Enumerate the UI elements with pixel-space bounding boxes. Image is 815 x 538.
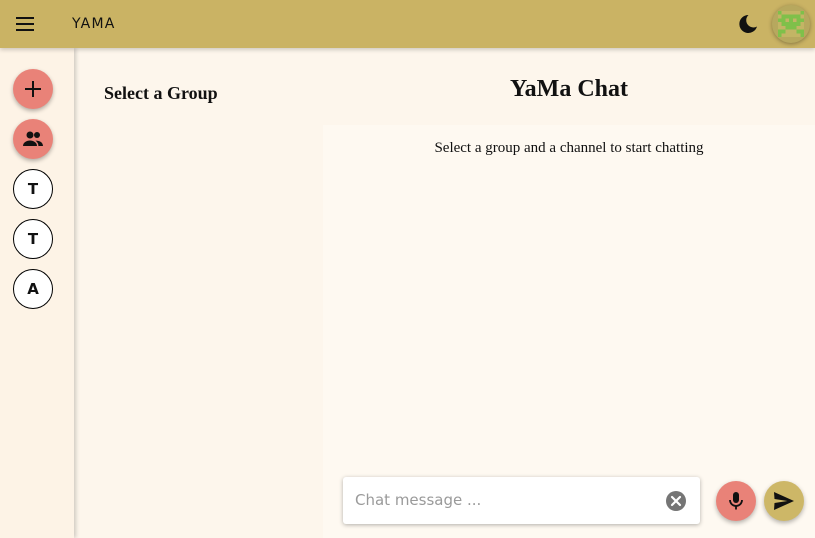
voice-message-button[interactable]: [716, 481, 756, 521]
channel-panel-title: Select a Group: [104, 83, 218, 103]
group-item[interactable]: T: [13, 219, 53, 259]
group-item[interactable]: A: [13, 269, 53, 309]
chat-composer: [343, 477, 700, 524]
menu-icon: [16, 17, 34, 31]
moon-icon: [739, 14, 757, 33]
group-item[interactable]: T: [13, 169, 53, 209]
clear-input-button[interactable]: [665, 490, 687, 512]
groups-rail: T T A: [0, 48, 74, 538]
channel-panel: Select a Group: [74, 48, 323, 538]
add-group-button[interactable]: [13, 69, 53, 109]
chat-header: YaMa Chat: [323, 48, 815, 125]
chat-message-input[interactable]: [355, 489, 655, 511]
theme-toggle-button[interactable]: [736, 12, 760, 36]
pixel-avatar-icon: [778, 11, 804, 37]
mic-icon: [729, 492, 743, 510]
empty-chat-message: Select a group and a channel to start ch…: [434, 140, 704, 156]
people-icon: [23, 131, 43, 146]
chat-title: YaMa Chat: [510, 76, 628, 102]
send-icon: [774, 492, 794, 510]
menu-button[interactable]: [13, 14, 39, 34]
send-button[interactable]: [764, 481, 804, 521]
app-bar: YAMA: [0, 0, 815, 48]
clear-icon: [666, 491, 686, 511]
avatar[interactable]: [772, 5, 810, 43]
app-title: YAMA: [72, 16, 116, 32]
plus-icon: [25, 81, 41, 97]
browse-groups-button[interactable]: [13, 119, 53, 159]
